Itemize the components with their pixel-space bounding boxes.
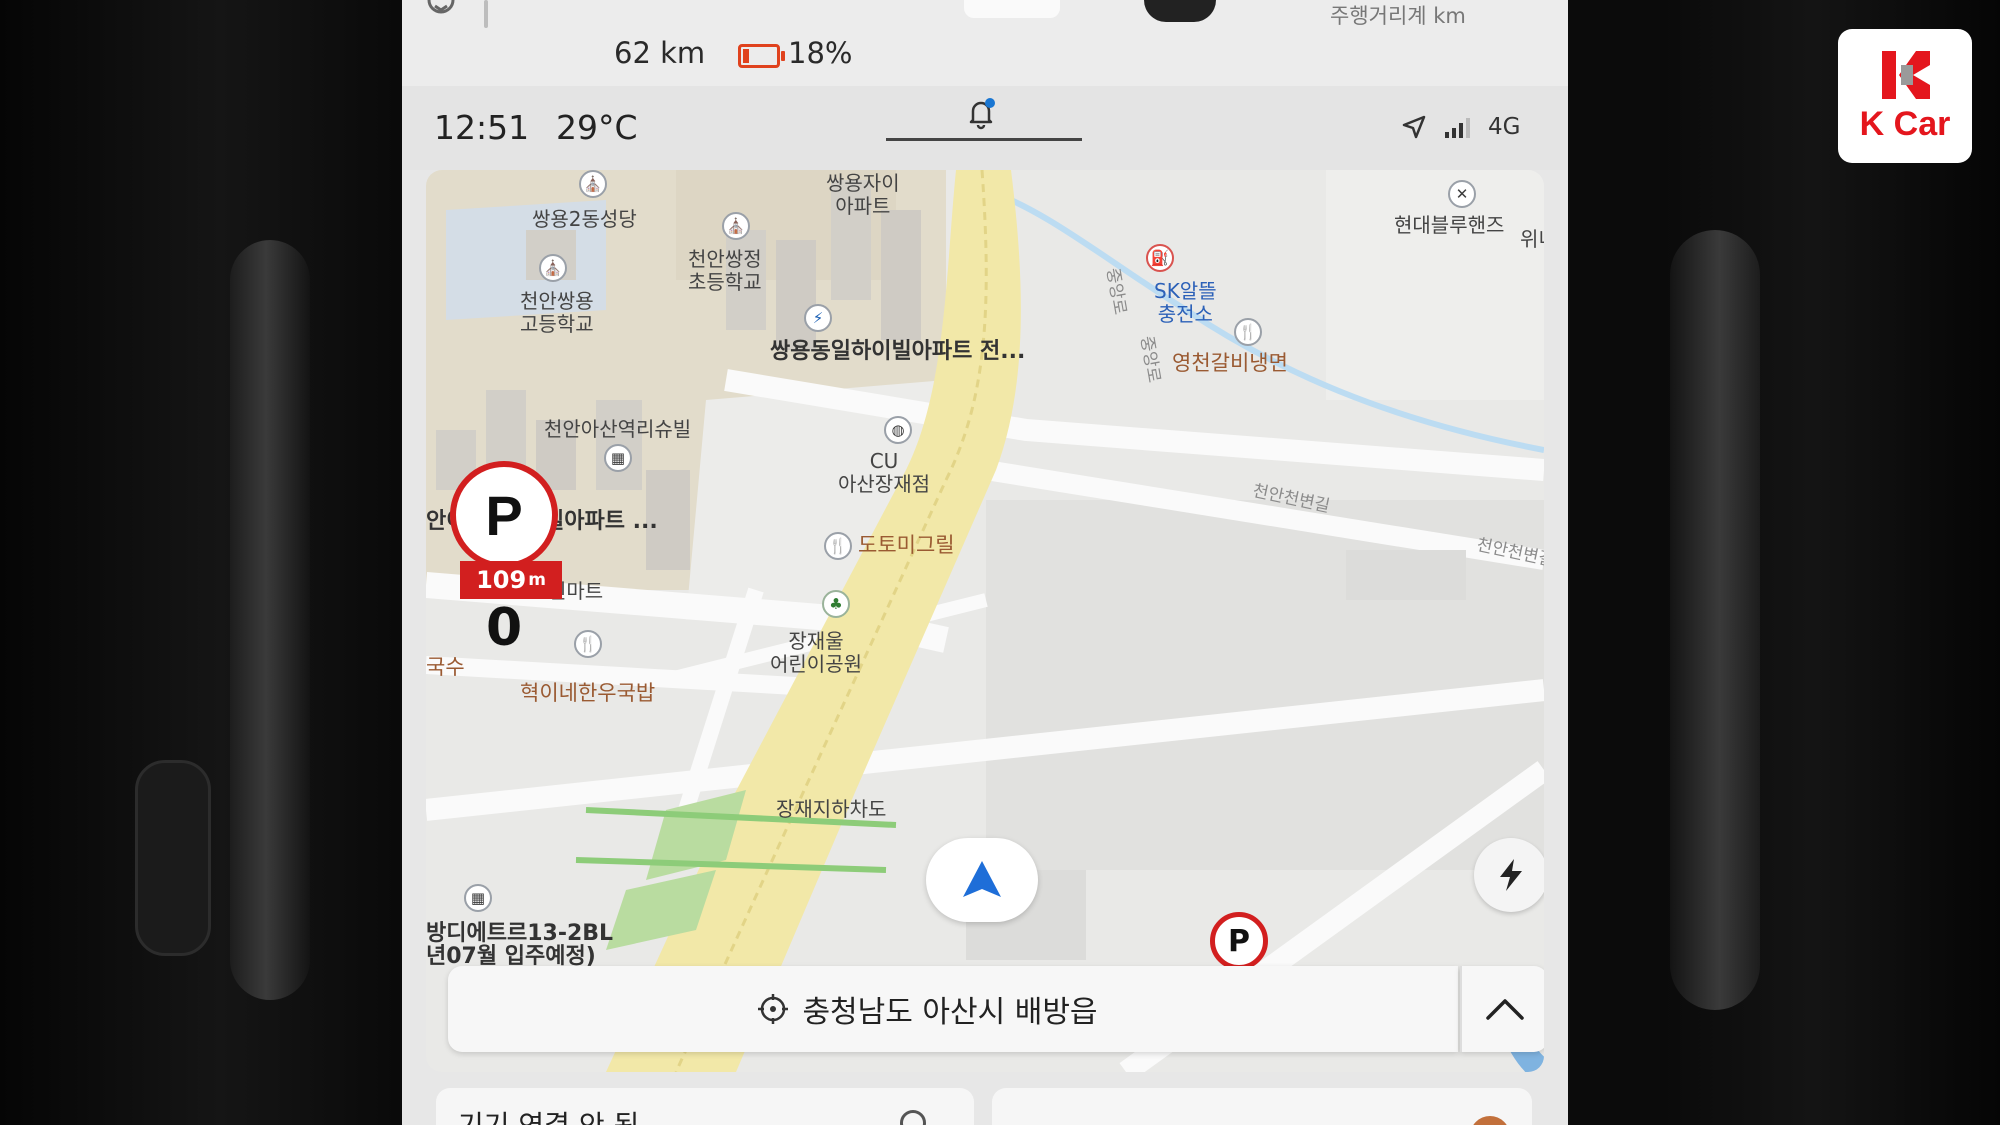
network-type: 4G	[1488, 114, 1521, 140]
map-label-yeongcheon: 영천갈비냉면	[1172, 351, 1288, 375]
map-label-dotomi: 도토미그릴	[858, 533, 955, 557]
current-address: 충청남도 아산시 배방읍	[802, 995, 1098, 1030]
settings-icon	[900, 1110, 926, 1125]
top-panel: 주행거리계 km 62 km 18%	[402, 0, 1568, 86]
map-label-didi-etre: 방디에트르13-2BL 년07월 입주예정)	[426, 921, 614, 969]
media-card[interactable]	[992, 1088, 1532, 1125]
air-vent-knob	[135, 760, 211, 956]
battery-level-fill	[743, 49, 749, 63]
recenter-button[interactable]	[926, 838, 1038, 922]
restaurant-icon[interactable]: 🍴	[1234, 318, 1262, 346]
map-label-apartment-left: 빌아파트 ...	[544, 509, 658, 534]
map-label-hyeoine: 혁이네한우국밥	[520, 681, 656, 705]
map-label-cheonan-asan-suvill: 천안아산역리슈빌	[544, 417, 692, 441]
top-divider	[484, 0, 488, 28]
battery-percent: 18%	[788, 36, 853, 70]
map-label-cheonan-ssangyong-elementary: 천안쌍정 초등학교	[688, 247, 762, 294]
notification-bell-icon[interactable]	[964, 96, 998, 130]
map-label-ssangyong-dongil: 쌍용동일하이빌아파트 전...	[770, 339, 1026, 364]
school-icon[interactable]: ⛪	[722, 212, 750, 240]
outside-temperature: 29°C	[556, 108, 638, 147]
map-label-cheonan-ssangyong-high: 천안쌍용 고등학교	[520, 289, 594, 336]
kcar-logo-mark-icon	[1882, 51, 1930, 99]
dashboard-trim-left	[230, 240, 310, 1000]
map-label-hyundai-bluehands: 현대블루핸즈	[1394, 213, 1505, 237]
parking-marker-small[interactable]: P	[1210, 912, 1268, 970]
battery-icon	[738, 44, 785, 68]
kcar-logo: K Car	[1838, 29, 1972, 163]
driving-range: 62 km	[614, 36, 706, 70]
convenience-store-icon[interactable]: ◍	[884, 416, 912, 444]
gear-selector-knob	[1144, 0, 1216, 22]
infotainment-screen: 주행거리계 km 62 km 18% 12:51 29°C 4G ⛪ 쌍용2동성…	[402, 0, 1568, 1125]
current-speed: 0	[486, 598, 523, 658]
device-connection-text: 기기 연결 안 됨	[458, 1104, 639, 1125]
signal-bars-icon	[1445, 118, 1470, 138]
parking-distance-value: 109	[476, 566, 527, 594]
album-art-icon	[1470, 1116, 1510, 1125]
building-icon[interactable]: ▦	[604, 444, 632, 472]
restaurant-icon[interactable]: 🍴	[824, 532, 852, 560]
odometer-label: 주행거리계 km	[1330, 4, 1466, 28]
map-label-jangjaeul-park: 장재울 어린이공원	[770, 629, 862, 676]
crosshair-icon	[758, 994, 789, 1024]
map-label-sk-station: SK알뜰 충전소	[1154, 279, 1217, 326]
map-label-cu-store: CU 아산장재점	[838, 449, 930, 496]
notification-handle[interactable]	[886, 138, 1082, 141]
gas-station-icon[interactable]: ⛽	[1146, 244, 1174, 272]
lightning-icon	[1500, 859, 1522, 891]
interior-left	[0, 0, 400, 1125]
address-bar[interactable]: 충청남도 아산시 배방읍	[448, 966, 1458, 1052]
navigation-map[interactable]: ⛪ 쌍용2동성당 쌍용자이 아파트 ⛪ 천안쌍정 초등학교 ⛪ 천안쌍용 고등학…	[426, 170, 1544, 1072]
parking-marker[interactable]: P	[450, 461, 558, 569]
navigation-arrow-icon	[963, 861, 1001, 897]
building-icon[interactable]: ▦	[464, 884, 492, 912]
top-handle[interactable]	[964, 0, 1060, 18]
clock: 12:51	[434, 108, 530, 147]
map-label-wini: 위니	[1520, 227, 1544, 251]
device-connection-card[interactable]: 기기 연결 안 됨	[436, 1088, 974, 1125]
steering-wheel-icon	[427, 0, 455, 14]
map-label-kalguksu: 국수	[426, 655, 465, 679]
ev-charger-icon[interactable]: ⚡	[804, 304, 832, 332]
map-label-jangjae-underpass: 장재지하차도	[776, 797, 887, 821]
charging-station-button[interactable]	[1474, 838, 1544, 912]
restaurant-icon[interactable]: 🍴	[574, 630, 602, 658]
dashboard-trim-right	[1670, 230, 1760, 1010]
parking-distance: 109 m	[460, 561, 562, 599]
chevron-up-icon	[1486, 999, 1524, 1020]
park-tree-icon[interactable]: ♣	[822, 590, 850, 618]
parking-distance-unit: m	[528, 570, 546, 590]
car-repair-icon[interactable]: ✕	[1448, 180, 1476, 208]
address-content: 충청남도 아산시 배방읍	[448, 966, 1408, 1052]
church-icon[interactable]: ⛪	[579, 170, 607, 198]
location-arrow-icon	[1402, 115, 1426, 139]
expand-button[interactable]	[1460, 966, 1544, 1052]
kcar-logo-text: K Car	[1859, 105, 1951, 143]
map-label-ssangyong-xi: 쌍용자이 아파트	[826, 171, 900, 218]
school-icon[interactable]: ⛪	[539, 254, 567, 282]
map-label-ssangyong2-church: 쌍용2동성당	[532, 207, 637, 231]
